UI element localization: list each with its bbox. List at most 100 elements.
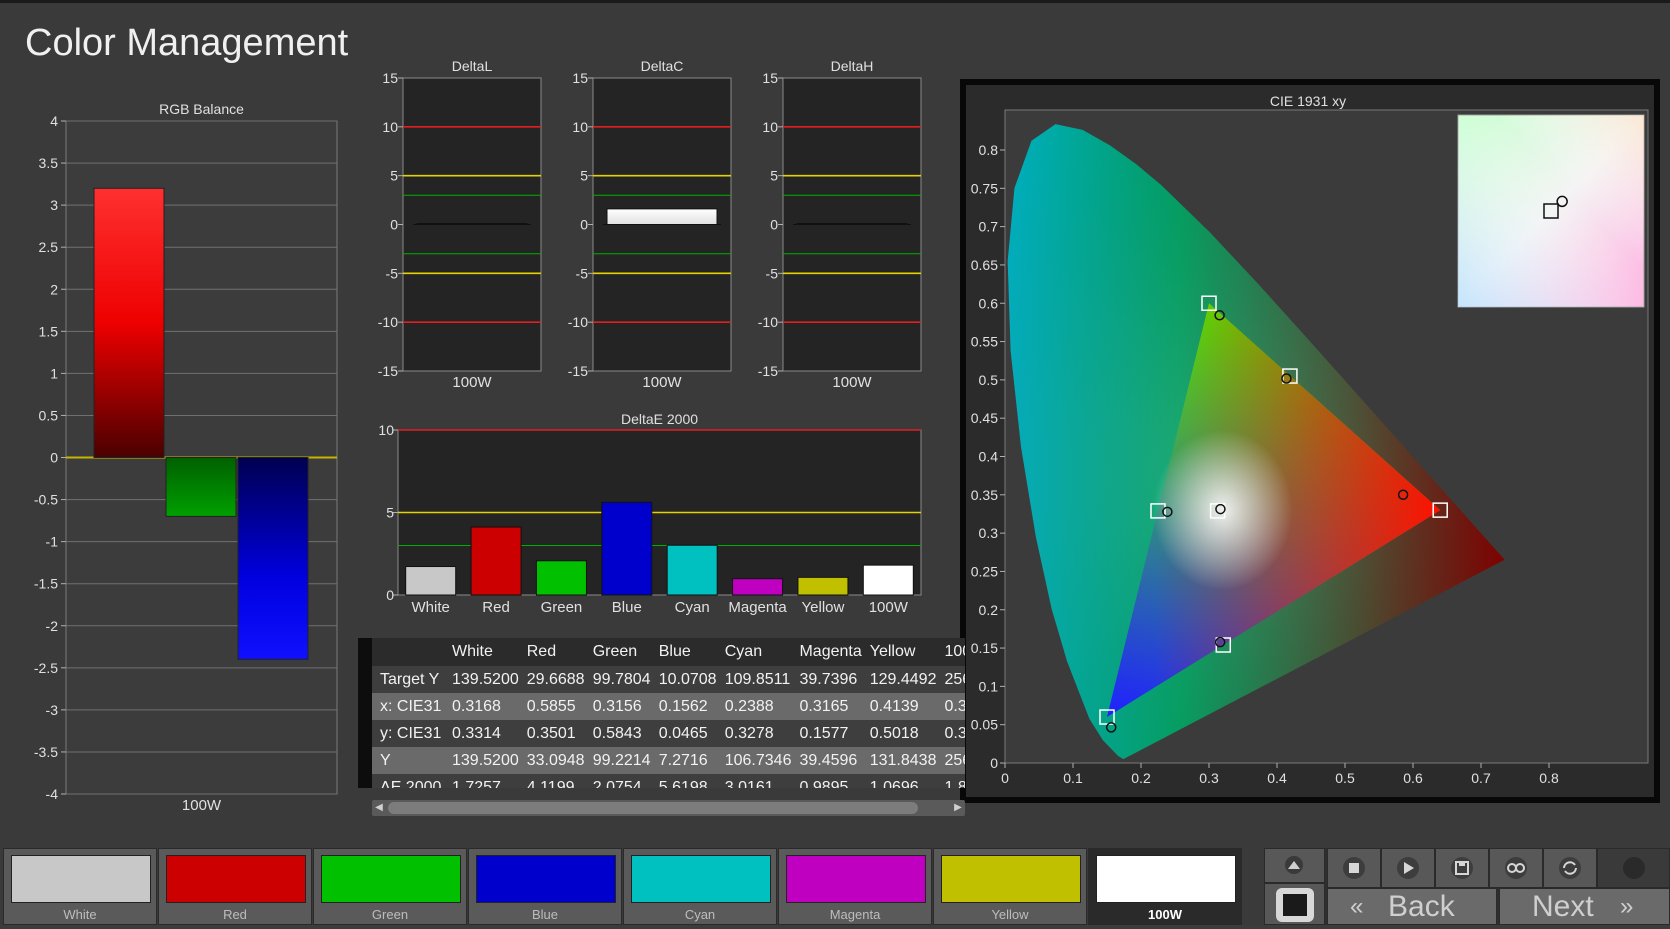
patch-button-yellow[interactable]: Yellow <box>933 848 1087 925</box>
y-tick-label: -15 <box>378 363 398 379</box>
white-point-glow <box>1152 430 1293 591</box>
scroll-right-icon[interactable]: ▶ <box>951 800 965 816</box>
x-tick-label: 0.3 <box>1199 770 1219 786</box>
column-header: White <box>444 638 519 666</box>
y-tick-label: -10 <box>758 314 778 330</box>
x-tick-label: 0.4 <box>1267 770 1287 786</box>
rgb-balance-chart: RGB Balance 4 3.5 3 2.5 2 1.5 1 0.5 0 -0.5 -1 -1.5 -2… <box>34 101 338 814</box>
patch-color-chip <box>321 855 461 903</box>
y-tick-label: -2.5 <box>34 660 58 676</box>
patch-button-cyan[interactable]: Cyan <box>623 848 777 925</box>
x-tick-label: 100W <box>642 374 682 391</box>
x-tick-label: 0.6 <box>1403 770 1423 786</box>
measurement-table-panel: WhiteRedGreenBlueCyanMagentaYellow100\ T… <box>358 638 965 788</box>
table-cell: 0.9895 <box>799 778 849 789</box>
chart-title: CIE 1931 xy <box>1270 93 1346 109</box>
save-button[interactable] <box>1435 848 1489 888</box>
table-row: x: CIE31 0.3168 0.5855 0.3156 0.1562 0.2388 0.… <box>372 693 965 720</box>
cie-1931-chart: CIE 1931 xy 0 0.05 0.1 0.15 0.2 0.25 0.3 0.35 0.4… <box>960 79 1660 803</box>
patch-label: Green <box>371 907 409 922</box>
table-row: Y 139.5200 33.0948 99.2214 7.2716 106.7346 39.… <box>372 747 965 774</box>
table-cell: 0.3165 <box>799 697 849 715</box>
bar-100w <box>862 564 914 596</box>
play-button[interactable] <box>1381 848 1435 888</box>
y-tick-label: 5 <box>390 168 398 184</box>
y-tick-label: -5 <box>576 265 589 281</box>
y-tick-label: 10 <box>762 119 778 135</box>
patch-button-white[interactable]: White <box>3 848 157 925</box>
bar-blue <box>237 457 309 660</box>
column-header: Magenta <box>791 638 862 666</box>
y-tick-label: -5 <box>386 265 399 281</box>
x-tick-label: 0.8 <box>1539 770 1559 786</box>
scrollbar-thumb[interactable] <box>388 802 918 814</box>
save-icon <box>1451 857 1473 879</box>
y-tick-label: 10 <box>382 119 398 135</box>
x-tick-label: White <box>412 599 450 616</box>
y-tick-label: 0.3 <box>979 525 999 541</box>
patch-label: Red <box>223 907 247 922</box>
table-cell: 33.0948 <box>526 751 585 769</box>
y-tick-label: 0 <box>580 217 588 233</box>
y-tick-label: 1.5 <box>39 323 59 339</box>
stop-icon <box>1343 857 1365 879</box>
patch-label: Magenta <box>829 907 881 922</box>
back-button[interactable]: « Back <box>1327 888 1497 925</box>
table-cell: 0.5018 <box>869 724 919 742</box>
table-cell: 0.3314 <box>452 724 501 742</box>
column-header: Blue <box>650 638 717 666</box>
white-point-inset-tint <box>1458 115 1644 307</box>
stop-button[interactable] <box>1327 848 1381 888</box>
patch-button-blue[interactable]: Blue <box>468 848 622 925</box>
x-tick-label: Green <box>541 599 583 616</box>
table-cell: 1.81 <box>944 778 965 789</box>
patch-color-chip <box>166 855 306 903</box>
patch-label: 100W <box>1148 907 1182 922</box>
bar-red <box>470 526 522 596</box>
patch-button-green[interactable]: Green <box>313 848 467 925</box>
patch-button-100w[interactable]: 100W <box>1088 848 1242 925</box>
play-icon <box>1397 857 1419 879</box>
y-tick-label: -5 <box>766 265 779 281</box>
loop-button[interactable] <box>1489 848 1543 888</box>
y-tick-label: 0 <box>770 217 778 233</box>
patch-label: Yellow <box>991 907 1029 922</box>
up-button[interactable] <box>1264 848 1325 883</box>
patch-label: Cyan <box>684 907 716 922</box>
bar-cyan <box>666 544 718 596</box>
table-cell: 5.6198 <box>658 778 708 789</box>
bar-yellow <box>797 576 849 596</box>
table-cell: 129.4492 <box>869 670 937 688</box>
x-tick-label: 100W <box>182 797 222 814</box>
y-tick-label: 15 <box>382 70 398 86</box>
y-tick-label: 5 <box>770 168 778 184</box>
chart-title: RGB Balance <box>159 101 244 117</box>
y-tick-label: 15 <box>762 70 778 86</box>
row-label: Target Y <box>380 670 440 688</box>
patch-color-chip <box>631 855 771 903</box>
x-tick-label: Red <box>482 599 510 616</box>
patch-button-magenta[interactable]: Magenta <box>778 848 932 925</box>
y-tick-label: -15 <box>758 363 778 379</box>
chevron-right-icon: » <box>1620 893 1634 920</box>
next-button[interactable]: Next » <box>1499 888 1670 925</box>
refresh-button[interactable] <box>1543 848 1597 888</box>
x-tick-label: 100W <box>452 374 492 391</box>
settings-button[interactable] <box>1597 848 1670 888</box>
y-tick-label: -3 <box>46 702 59 718</box>
patch-label: Blue <box>531 907 559 922</box>
bar-blue <box>601 501 653 596</box>
y-tick-label: 0.75 <box>971 180 998 196</box>
y-tick-label: -2 <box>46 618 59 634</box>
stop-measure-button[interactable] <box>1264 883 1325 925</box>
table-row: y: CIE31 0.3314 0.3501 0.5843 0.0465 0.3278 0.… <box>372 720 965 747</box>
patch-button-red[interactable]: Red <box>158 848 312 925</box>
row-label: x: CIE31 <box>380 697 442 715</box>
y-tick-label: 0.25 <box>971 563 998 579</box>
column-header <box>372 638 444 666</box>
patch-color-chip <box>1096 855 1236 903</box>
table-horizontal-scrollbar[interactable]: ◀ ▶ <box>372 800 965 816</box>
triangle-up-icon <box>1285 856 1303 874</box>
y-tick-label: 0.1 <box>979 678 999 694</box>
scroll-left-icon[interactable]: ◀ <box>372 800 386 816</box>
